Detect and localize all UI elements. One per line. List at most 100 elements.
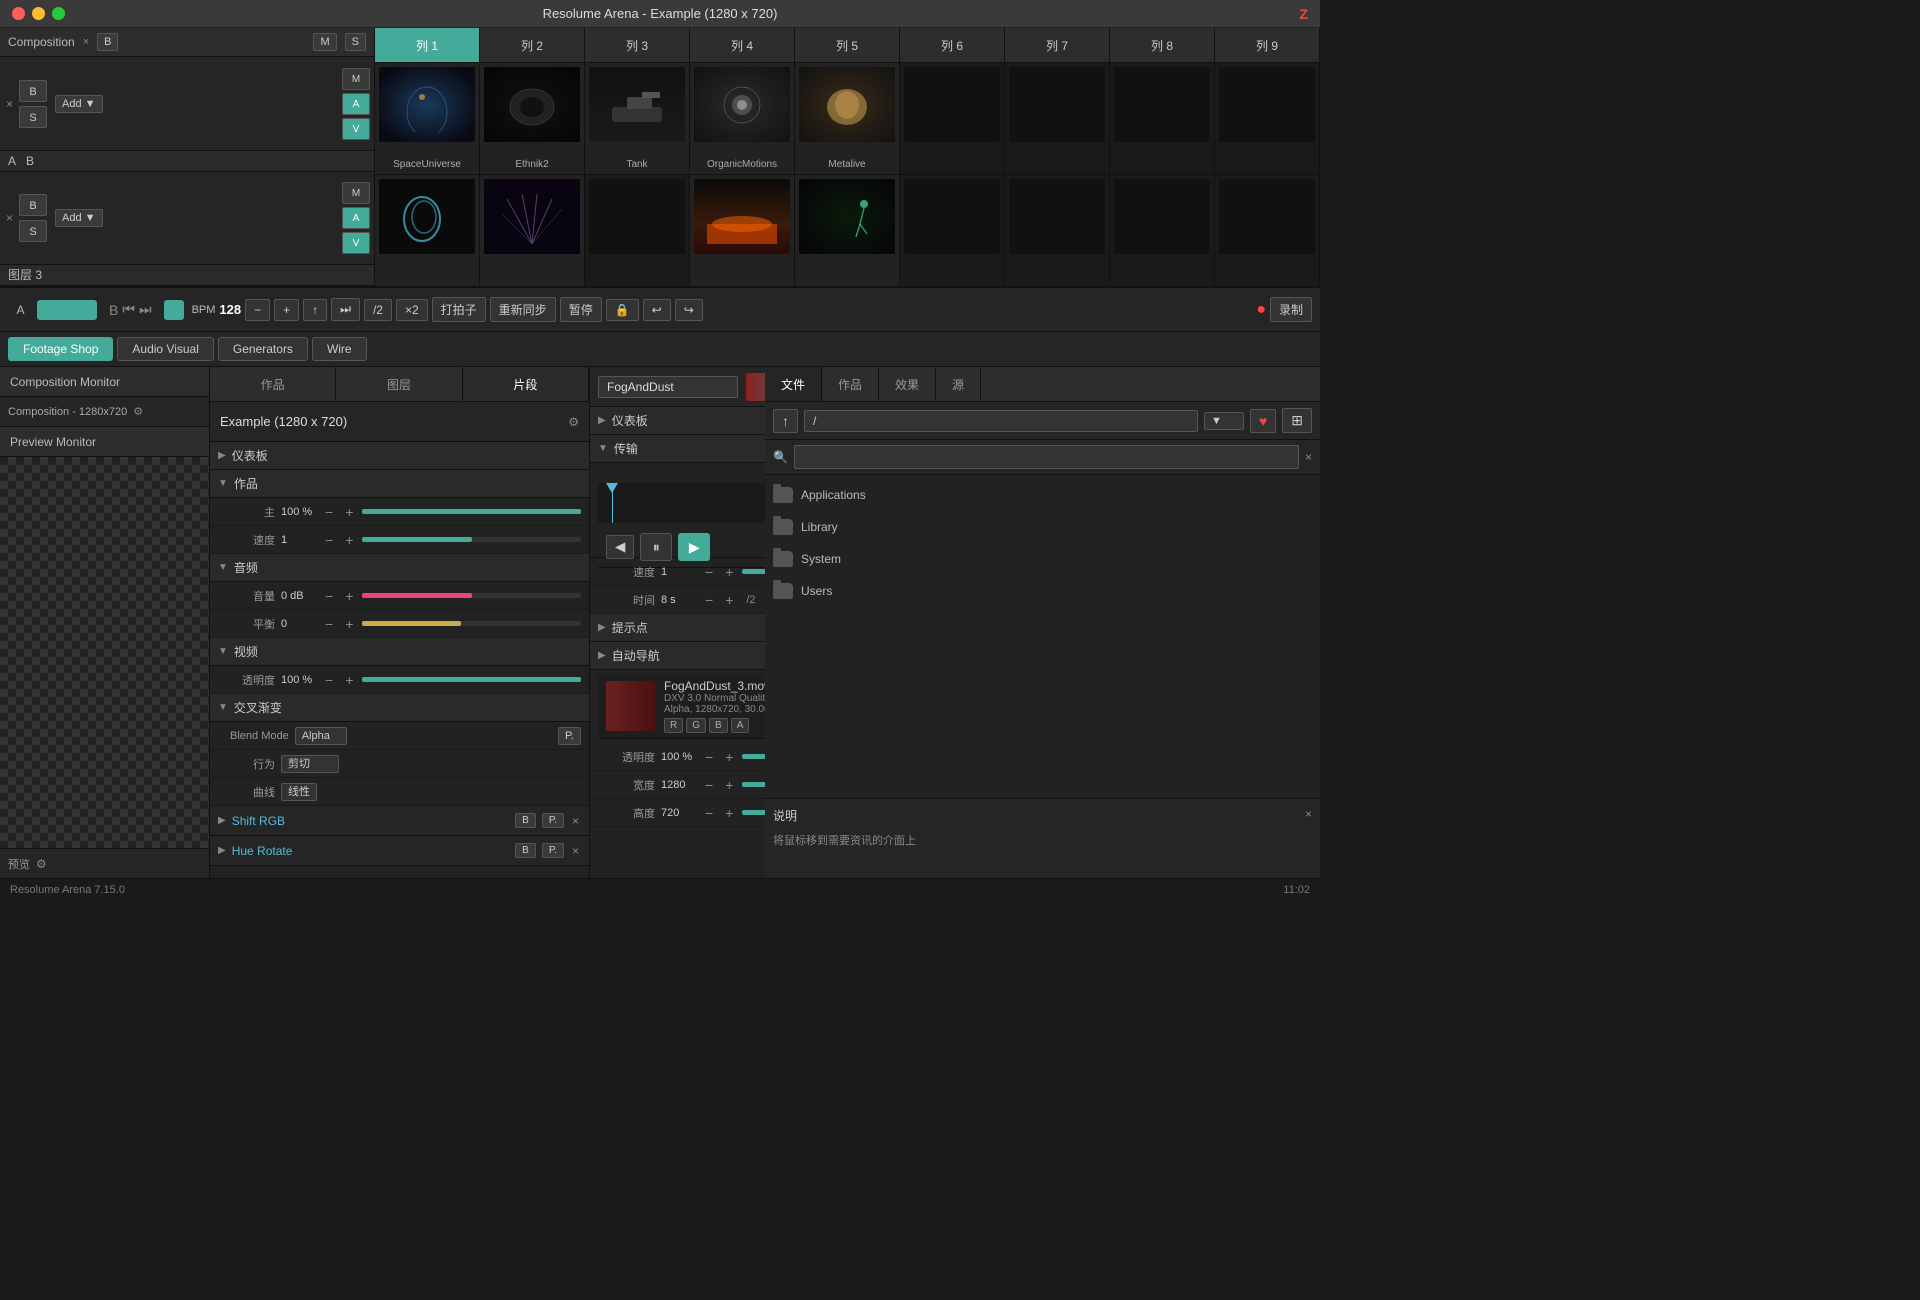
transport-undo[interactable]: ↩: [643, 299, 671, 321]
transport-next-btn[interactable]: ⏭: [139, 301, 152, 318]
layer2-add-btn[interactable]: Add ▼: [55, 209, 103, 227]
bpm-stop[interactable]: 暂停: [560, 297, 602, 322]
col-header-3[interactable]: 列 3: [585, 28, 690, 62]
clip-1-6[interactable]: [900, 63, 1005, 174]
file-grid-btn[interactable]: ⊞: [1282, 408, 1312, 433]
clip-2-6[interactable]: [900, 175, 1005, 286]
tab-generators[interactable]: Generators: [218, 337, 308, 361]
clip-2-1[interactable]: [375, 175, 480, 286]
tab-footage-shop[interactable]: Footage Shop: [8, 337, 113, 361]
volume-plus[interactable]: +: [342, 588, 356, 604]
layer1-add-btn[interactable]: Add ▼: [55, 95, 103, 113]
balance-plus[interactable]: +: [342, 616, 356, 632]
master-plus[interactable]: +: [342, 504, 356, 520]
clip-autonav-section[interactable]: ▶ 自动导航: [590, 642, 765, 670]
timeline-bar[interactable]: [598, 483, 765, 523]
layer2-v-btn[interactable]: V: [342, 232, 370, 254]
preview-gear-icon[interactable]: ⚙: [36, 857, 47, 871]
clip-opacity-minus[interactable]: −: [702, 749, 716, 765]
file-item-users[interactable]: Users: [765, 575, 1320, 607]
col-header-2[interactable]: 列 2: [480, 28, 585, 62]
audio-section[interactable]: ▼ 音频: [210, 554, 589, 582]
clip-height-minus[interactable]: −: [702, 805, 716, 821]
record-btn[interactable]: 录制: [1270, 297, 1312, 322]
shift-rgb-close[interactable]: ×: [570, 812, 581, 830]
blend-mode-select[interactable]: Alpha Add Multiply: [295, 727, 347, 745]
right-tab-effects[interactable]: 效果: [879, 367, 936, 401]
blend-section[interactable]: ▼ 交叉渐变: [210, 694, 589, 722]
clip-opacity-plus[interactable]: +: [722, 749, 736, 765]
behavior-select[interactable]: 剪切 淡入淡出: [281, 755, 339, 773]
clip-time-div2[interactable]: /2: [742, 594, 759, 606]
bpm-tap[interactable]: 打拍子: [432, 297, 486, 322]
layer1-m-btn[interactable]: M: [342, 68, 370, 90]
curve-select[interactable]: 线性 缓入 缓出: [281, 783, 317, 801]
clip-speed-minus[interactable]: −: [702, 564, 716, 580]
clip-width-plus[interactable]: +: [722, 777, 736, 793]
search-clear-icon[interactable]: ×: [1305, 450, 1312, 464]
clip-2-4[interactable]: [690, 175, 795, 286]
file-fav-btn[interactable]: ♥: [1250, 409, 1276, 433]
comp-close[interactable]: ×: [83, 36, 89, 48]
playback-play[interactable]: ▶: [678, 533, 710, 561]
hue-rotate-close[interactable]: ×: [570, 842, 581, 860]
col-header-6[interactable]: 列 6: [900, 28, 1005, 62]
col-header-9[interactable]: 列 9: [1215, 28, 1320, 62]
speed-plus[interactable]: +: [342, 532, 356, 548]
balance-minus[interactable]: −: [322, 616, 336, 632]
clip-2-8[interactable]: [1110, 175, 1215, 286]
file-item-library[interactable]: Library: [765, 511, 1320, 543]
playback-pause[interactable]: ⏸: [640, 533, 672, 561]
transport-redo[interactable]: ↪: [675, 299, 703, 321]
clip-1-7[interactable]: [1005, 63, 1110, 174]
maximize-button[interactable]: [52, 7, 65, 20]
layer1-close[interactable]: ×: [4, 95, 15, 113]
volume-minus[interactable]: −: [322, 588, 336, 604]
panel-tab-composition[interactable]: 作品: [210, 367, 336, 401]
shift-rgb-b[interactable]: B: [515, 813, 536, 828]
clip-2-5[interactable]: [795, 175, 900, 286]
col-header-1[interactable]: 列 1: [375, 28, 480, 62]
bpm-x2[interactable]: ×2: [396, 299, 428, 321]
bpm-plus[interactable]: +: [274, 299, 299, 321]
desc-close-icon[interactable]: ×: [1305, 807, 1312, 821]
right-tab-compositions[interactable]: 作品: [822, 367, 879, 401]
search-input[interactable]: [794, 445, 1299, 469]
bpm-sync[interactable]: 重新同步: [490, 297, 556, 322]
file-item-system[interactable]: System: [765, 543, 1320, 575]
clip-2-3[interactable]: [585, 175, 690, 286]
speed-minus[interactable]: −: [322, 532, 336, 548]
tag-b[interactable]: B: [709, 718, 728, 733]
clip-1-3[interactable]: Tank: [585, 63, 690, 174]
file-view-select[interactable]: ▼: [1204, 412, 1244, 430]
master-minus[interactable]: −: [322, 504, 336, 520]
layer2-m-btn[interactable]: M: [342, 182, 370, 204]
comp-gear-icon[interactable]: ⚙: [133, 405, 143, 418]
minimize-button[interactable]: [32, 7, 45, 20]
close-button[interactable]: [12, 7, 25, 20]
clip-2-9[interactable]: [1215, 175, 1320, 286]
video-section[interactable]: ▼ 视频: [210, 638, 589, 666]
bpm-up[interactable]: ↑: [303, 299, 327, 321]
composition-section[interactable]: ▼ 作品: [210, 470, 589, 498]
bpm-minus[interactable]: −: [245, 299, 270, 321]
layer2-a-btn[interactable]: A: [342, 207, 370, 229]
clip-2-7[interactable]: [1005, 175, 1110, 286]
file-up-btn[interactable]: ↑: [773, 409, 798, 433]
col-header-5[interactable]: 列 5: [795, 28, 900, 62]
clip-hints-section[interactable]: ▶ 提示点: [590, 614, 765, 642]
layer2-s-btn[interactable]: S: [19, 220, 47, 242]
clip-1-2[interactable]: Ethnik2: [480, 63, 585, 174]
layer1-a-btn[interactable]: A: [342, 93, 370, 115]
tab-audio-visual[interactable]: Audio Visual: [117, 337, 214, 361]
col-header-7[interactable]: 列 7: [1005, 28, 1110, 62]
clip-1-1[interactable]: SpaceUniverse: [375, 63, 480, 174]
layer1-v-btn[interactable]: V: [342, 118, 370, 140]
layer1-b-btn[interactable]: B: [19, 80, 47, 102]
transport-b-btn[interactable]: B: [109, 302, 118, 318]
playback-prev[interactable]: ◀: [606, 535, 634, 559]
panel-tab-clip[interactable]: 片段: [463, 367, 589, 401]
clip-time-plus[interactable]: +: [722, 592, 736, 608]
blend-p-btn[interactable]: P.: [558, 727, 581, 745]
comp-m-btn[interactable]: M: [313, 33, 336, 51]
